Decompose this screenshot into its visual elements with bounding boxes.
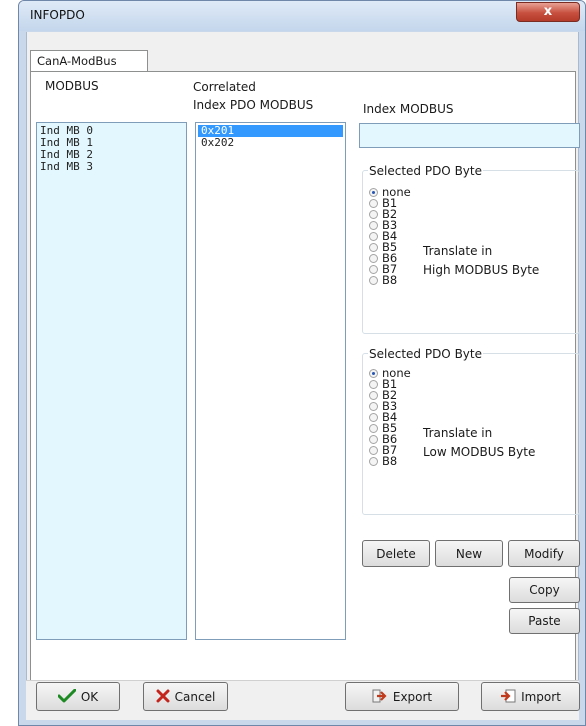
ok-label: OK [80, 689, 99, 704]
import-icon [500, 689, 516, 705]
radio-icon [369, 435, 378, 444]
index-modbus-label: Index MODBUS [363, 102, 454, 116]
export-label: Export [392, 689, 433, 704]
low-group-title: Selected PDO Byte [368, 347, 483, 361]
correlated-list[interactable]: 0x201 0x202 [195, 122, 346, 640]
cancel-button[interactable]: Cancel [143, 682, 228, 711]
paste-button[interactable]: Paste [509, 608, 580, 634]
index-pdo-modbus-header: Index PDO MODBUS [193, 98, 314, 112]
x-mark-icon [156, 689, 170, 705]
ok-button[interactable]: OK [36, 682, 120, 711]
radio-icon [369, 232, 378, 241]
import-button[interactable]: Import [481, 682, 580, 711]
high-group-title: Selected PDO Byte [368, 164, 483, 178]
tab-cana-modbus[interactable]: CanA-ModBus [30, 50, 148, 72]
index-modbus-field[interactable] [359, 123, 580, 148]
title-bar[interactable] [19, 1, 585, 31]
radio-icon [369, 413, 378, 422]
import-label: Import [521, 689, 561, 704]
low-caption-line2: Low MODBUS Byte [423, 445, 536, 459]
modbus-header: MODBUS [45, 79, 99, 93]
radio-icon [369, 391, 378, 400]
radio-icon [369, 243, 378, 252]
high-caption-line2: High MODBUS Byte [423, 263, 540, 277]
new-button[interactable]: New [435, 540, 503, 567]
radio-icon [369, 265, 378, 274]
list-item[interactable]: 0x202 [198, 137, 343, 149]
radio-icon [369, 199, 378, 208]
radio-icon [369, 276, 378, 285]
radio-icon [369, 380, 378, 389]
radio-selected-icon [369, 369, 378, 378]
modbus-list[interactable]: Ind MB 0 Ind MB 1 Ind MB 2 Ind MB 3 [36, 122, 187, 640]
export-button[interactable]: Export [345, 682, 459, 711]
list-item[interactable]: Ind MB 3 [37, 161, 186, 173]
high-caption-line1: Translate in [423, 244, 493, 258]
radio-icon [369, 210, 378, 219]
check-icon [57, 688, 77, 705]
low-caption-line1: Translate in [423, 426, 493, 440]
radio-icon [369, 424, 378, 433]
radio-selected-icon [369, 188, 378, 197]
delete-button[interactable]: Delete [362, 540, 430, 567]
window-title: INFOPDO [30, 8, 85, 22]
modify-button[interactable]: Modify [508, 540, 580, 567]
close-button[interactable]: x [516, 2, 580, 22]
correlated-header: Correlated [193, 80, 256, 94]
radio-icon [369, 457, 378, 466]
close-icon: x [543, 4, 553, 19]
radio-icon [369, 446, 378, 455]
radio-icon [369, 254, 378, 263]
cancel-label: Cancel [174, 689, 216, 704]
radio-icon [369, 221, 378, 230]
copy-button[interactable]: Copy [509, 577, 580, 603]
export-arrow-icon [372, 689, 388, 705]
radio-icon [369, 402, 378, 411]
